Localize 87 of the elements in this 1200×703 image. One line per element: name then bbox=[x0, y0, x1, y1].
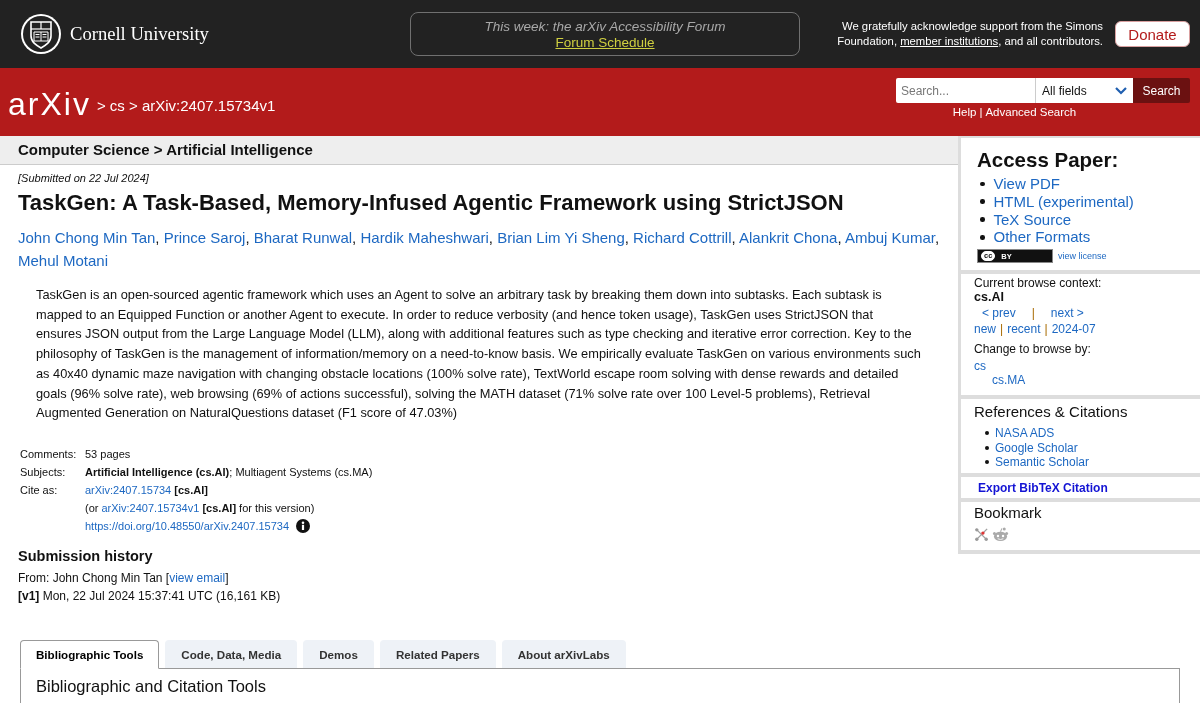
next-link[interactable]: next > bbox=[1050, 305, 1084, 322]
bullet-icon bbox=[980, 217, 985, 222]
metadata-label: Subjects: bbox=[20, 464, 67, 480]
bullet-icon bbox=[980, 181, 985, 187]
author-separator: , bbox=[245, 229, 250, 246]
author-link[interactable]: Hardik Maheshwari bbox=[360, 229, 489, 246]
metadata-value: Artificial Intelligence (cs.AI); Multiagent Systems (cs.MA) bbox=[85, 464, 373, 480]
author-link[interactable]: Brian Lim Yi Sheng bbox=[497, 229, 625, 246]
bullet-icon bbox=[985, 460, 989, 465]
browse-link[interactable]: 2024-07 bbox=[1051, 321, 1096, 338]
acknowledgment-text: We gratefully acknowledge support from the Simons Foundation, member institutions, and all contributors. bbox=[836, 19, 1103, 49]
citation-service-link[interactable]: NASA ADS bbox=[995, 426, 1055, 441]
references-heading: References & Citations bbox=[974, 403, 1129, 422]
metadata-label: Cite as: bbox=[20, 482, 59, 498]
browse-category: cs.AI bbox=[974, 290, 1005, 306]
author-separator: , bbox=[352, 229, 357, 246]
tools-tab[interactable]: Code, Data, Media bbox=[165, 639, 298, 668]
header-link[interactable]: Advanced Search bbox=[985, 106, 1077, 118]
reference-link[interactable]: arXiv:2407.15734 bbox=[85, 483, 172, 496]
prev-link[interactable]: < prev bbox=[982, 305, 1016, 322]
author-separator: , bbox=[731, 229, 736, 246]
submitter-text: From: John Chong Min Tan [view email] bbox=[18, 569, 230, 587]
tools-tab[interactable]: Demos bbox=[303, 639, 374, 668]
university-name[interactable]: Cornell University bbox=[70, 23, 209, 45]
access-paper-heading: Access Paper: bbox=[977, 148, 1120, 172]
version-text: [v1] Mon, 22 Jul 2024 15:37:41 UTC (16,161 KB) bbox=[18, 587, 282, 605]
browse-context-label: Current browse context: bbox=[974, 276, 1103, 291]
browse-link[interactable]: new bbox=[974, 321, 996, 338]
bullet-icon bbox=[980, 235, 985, 240]
search-field[interactable]: Search... bbox=[896, 78, 1035, 103]
breadcrumb: > cs > arXiv:2407.15734v1 bbox=[96, 96, 276, 114]
category-link[interactable]: cs bbox=[974, 359, 986, 374]
metadata-value: arXiv:2407.15734 [cs.AI] bbox=[85, 482, 209, 498]
bullet-icon bbox=[985, 431, 989, 436]
paper-title: TaskGen: A Task-Based, Memory-Infused Agentic Framework using StrictJSON bbox=[18, 190, 845, 216]
author-separator: , bbox=[488, 229, 493, 246]
author-link[interactable]: Prince Saroj bbox=[163, 229, 246, 246]
section-heading: Submission history bbox=[18, 546, 154, 565]
tools-tab[interactable]: Bibliographic Tools bbox=[20, 639, 160, 669]
reference-link[interactable]: https://doi.org/10.48550/arXiv.2407.15734 bbox=[85, 519, 290, 532]
author-separator: , bbox=[155, 229, 160, 246]
search-button[interactable]: Search bbox=[1133, 78, 1190, 103]
bookmark-heading: Bookmark bbox=[974, 503, 1043, 522]
panel-heading: Bibliographic and Citation Tools bbox=[36, 675, 267, 696]
author-separator: , bbox=[837, 229, 842, 246]
link-separator: | bbox=[1000, 321, 1004, 338]
citation-service-link[interactable]: Semantic Scholar bbox=[995, 455, 1090, 470]
bullet-icon bbox=[980, 199, 985, 204]
schedule-link[interactable]: Forum Schedule bbox=[555, 34, 655, 50]
link-separator: | bbox=[1044, 321, 1048, 338]
bullet-icon bbox=[985, 445, 989, 450]
chevron-down-icon bbox=[1115, 86, 1127, 95]
link-separator: | bbox=[979, 106, 983, 118]
view-license-link[interactable]: view license bbox=[1058, 251, 1107, 262]
author-link[interactable]: Mehul Motani bbox=[18, 252, 109, 269]
shield-seal-icon[interactable] bbox=[20, 13, 62, 55]
format-link[interactable]: View PDF bbox=[993, 175, 1060, 193]
metadata-value: (or arXiv:2407.15734v1 [cs.AI] for this version) bbox=[85, 500, 315, 516]
author-link[interactable]: Bharat Runwal bbox=[253, 229, 353, 246]
header-link[interactable]: Help bbox=[952, 106, 977, 118]
reference-link[interactable]: arXiv:2407.15734v1 bbox=[101, 501, 200, 514]
abstract-text: TaskGen is an open-sourced agentic framework which uses an Agent to solve an arbitrary task by breaking them down into subtasks. Each subtask is mapped to an Equipped Function or another Agent to execute. In order to reduce verbosity (and hence token usage), TaskGen uses StrictJSON that ensures JSON output from the Large Language Model (LLM), along with additional features such as type checking and iterative error correction. Key to the philosophy of TaskGen is the management of information/memory on a need-to-know basis. We empirically evaluate TaskGen on various environments such as 40x40 dynamic maze navigation with changing obstacle locations (100% solve rate), TextWorld escape room solving with dense rewards and detailed goals (96% solve rate), web browsing (69% of actions successful), solving the MATH dataset (71% solve rate over 100 Level-5 problems), Retrieval Augmented Generation on NaturalQuestions dataset (F1 score of 47.03%) bbox=[36, 286, 922, 423]
metadata-value: 53 pages bbox=[85, 446, 131, 462]
format-link[interactable]: Other Formats bbox=[993, 228, 1091, 247]
citation-service-link[interactable]: Google Scholar bbox=[995, 440, 1078, 456]
tools-tab[interactable]: Related Papers bbox=[379, 639, 496, 668]
field-select[interactable]: All fields bbox=[1035, 78, 1133, 103]
author-link[interactable]: Richard Cottrill bbox=[633, 229, 732, 246]
author-link[interactable]: Ambuj Kumar bbox=[844, 229, 935, 246]
format-link[interactable]: HTML (experimental) bbox=[993, 192, 1134, 211]
format-link[interactable]: TeX Source bbox=[993, 210, 1072, 229]
subject-header: Computer Science > Artificial Intelligence bbox=[0, 136, 958, 165]
arxiv-logo[interactable]: arXiv bbox=[8, 85, 91, 123]
browse-link[interactable]: recent bbox=[1007, 321, 1041, 338]
crossed-lines-icon[interactable] bbox=[974, 526, 989, 542]
metadata-label: Comments: bbox=[20, 446, 78, 462]
author-link[interactable]: Alankrit Chona bbox=[739, 229, 838, 246]
announcement-text: This week: the arXiv Accessibility Forum bbox=[484, 18, 726, 34]
author-separator: , bbox=[934, 229, 940, 246]
category-link[interactable]: cs.MA bbox=[992, 373, 1026, 388]
author-separator: , bbox=[624, 229, 629, 246]
tools-tab[interactable]: About arXivLabs bbox=[501, 639, 626, 668]
donate-button[interactable]: Donate bbox=[1115, 21, 1190, 47]
info-icon[interactable] bbox=[296, 518, 311, 533]
link-separator: | bbox=[1031, 305, 1035, 322]
submission-date: [Submitted on 22 Jul 2024] bbox=[18, 171, 150, 185]
change-browse-label: Change to browse by: bbox=[974, 342, 1092, 357]
